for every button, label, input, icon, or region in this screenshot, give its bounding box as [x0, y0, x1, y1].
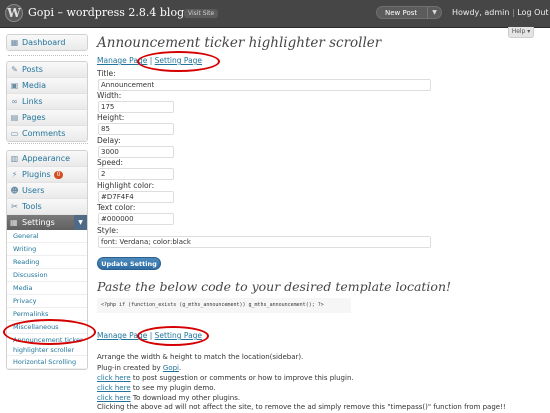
sidebar-item-label: Appearance: [22, 154, 71, 163]
chevron-down-icon[interactable]: ▼: [427, 7, 441, 18]
visit-site-button[interactable]: Visit Site: [184, 9, 219, 18]
submenu-general[interactable]: General: [7, 230, 87, 243]
user-info: Howdy, admin | Log Out: [452, 8, 549, 17]
posts-icon: ✎: [11, 65, 18, 74]
height-input[interactable]: 85: [98, 123, 174, 135]
dashboard-icon: ▦: [10, 38, 19, 47]
sidebar-item-comments[interactable]: ▭ Comments: [7, 126, 87, 141]
menu-separator: [8, 55, 88, 57]
update-setting-button[interactable]: Update Setting: [97, 257, 161, 270]
submenu-writing[interactable]: Writing: [7, 243, 87, 256]
wordpress-logo-icon[interactable]: W: [5, 4, 23, 22]
new-post-label[interactable]: New Post: [385, 9, 417, 17]
page-title: Announcement ticker highlighter scroller: [97, 35, 382, 51]
demo-link[interactable]: click here: [97, 384, 131, 392]
highlight-color-label: Highlight color:: [97, 181, 155, 190]
appearance-icon: ▥: [10, 154, 19, 163]
arrange-text: Arrange the width & height to match the …: [97, 353, 304, 361]
speed-label: Speed:: [97, 158, 124, 167]
highlight-color-input[interactable]: #D7F4F4: [98, 191, 174, 203]
sidebar-item-plugins[interactable]: ⚡ Plugins 0: [7, 167, 87, 183]
footer-note: Clicking the above ad will not affect th…: [97, 403, 506, 411]
username-link[interactable]: admin: [484, 8, 509, 17]
sidebar-item-label: Tools: [22, 202, 42, 211]
highlight-oval-sidebar: [3, 319, 96, 345]
demo-line: click here to see my plugin demo.: [97, 384, 216, 392]
header-separator: |: [511, 8, 515, 17]
sidebar-item-users[interactable]: ☻ Users: [7, 183, 87, 199]
plugin-credit: Plug-in created by Gopi.: [97, 364, 181, 372]
menu-separator: [8, 143, 88, 145]
suggestion-link[interactable]: click here: [97, 374, 131, 382]
sidebar-item-label: Links: [22, 97, 43, 106]
pages-icon: ▤: [10, 113, 19, 122]
howdy-text: Howdy,: [452, 8, 482, 17]
site-title[interactable]: Gopi – wordpress 2.8.4 blog: [28, 6, 184, 19]
template-code-snippet: <?php if (function_exists (g_mths_announ…: [97, 298, 351, 313]
sidebar-item-media[interactable]: ▣ Media: [7, 78, 87, 94]
sidebar-item-tools[interactable]: ✂ Tools: [7, 199, 87, 215]
tools-icon: ✂: [11, 202, 18, 211]
plugins-count-badge: 0: [53, 171, 64, 179]
sidebar-item-label: Posts: [22, 65, 43, 74]
highlight-oval-top: [137, 51, 220, 72]
delay-label: Delay:: [97, 136, 121, 145]
credit-period: .: [179, 364, 182, 372]
highlight-oval-bottom: [137, 326, 209, 346]
help-tab[interactable]: Help ▾: [508, 27, 534, 38]
submenu-toggle-icon[interactable]: ▼: [74, 215, 87, 230]
speed-input[interactable]: 2: [98, 168, 174, 180]
height-label: Height:: [97, 113, 125, 122]
submenu-horizontal-scrolling[interactable]: Horizontal Scrolling: [7, 356, 87, 369]
width-input[interactable]: 175: [98, 101, 174, 113]
submenu-reading[interactable]: Reading: [7, 256, 87, 269]
sidebar-item-label: Settings: [22, 218, 55, 227]
style-input[interactable]: font: Verdana; color:black: [98, 236, 431, 248]
sidebar-item-links[interactable]: ∞ Links: [7, 94, 87, 110]
sidebar-item-label: Plugins: [22, 170, 51, 179]
sidebar-item-label: Media: [22, 81, 47, 90]
sidebar-item-posts[interactable]: ✎ Posts: [7, 62, 87, 78]
delay-input[interactable]: 3000: [98, 146, 174, 158]
width-label: Width:: [97, 91, 122, 100]
media-icon: ▣: [10, 81, 19, 90]
sidebar-item-label: Pages: [22, 113, 46, 122]
download-text: To download my other plugins.: [130, 394, 241, 402]
menu-group-dashboard: ▦ Dashboard: [6, 34, 88, 51]
author-link[interactable]: Gopi: [163, 364, 179, 372]
admin-header: W Gopi – wordpress 2.8.4 blog Visit Site…: [0, 0, 550, 28]
users-icon: ☻: [10, 186, 19, 195]
suggestion-text: to post suggestion or comments or how to…: [130, 374, 354, 382]
suggestion-line: click here to post suggestion or comment…: [97, 374, 354, 382]
style-label: Style:: [97, 226, 119, 235]
sidebar-item-appearance[interactable]: ▥ Appearance: [7, 151, 87, 167]
text-color-input[interactable]: #000000: [98, 213, 174, 225]
links-icon: ∞: [11, 97, 18, 106]
download-line: click here To download my other plugins.: [97, 394, 240, 402]
sidebar-item-dashboard[interactable]: ▦ Dashboard: [7, 35, 87, 50]
title-label: Title:: [97, 69, 116, 78]
plugin-credit-text: Plug-in created by: [97, 364, 161, 372]
comments-icon: ▭: [10, 129, 19, 138]
submenu-discussion[interactable]: Discussion: [7, 269, 87, 282]
sidebar-item-label: Dashboard: [22, 38, 66, 47]
logout-link[interactable]: Log Out: [517, 8, 548, 17]
menu-group-content: ✎ Posts ▣ Media ∞ Links ▤ Pages ▭ Commen…: [6, 61, 88, 142]
sidebar-item-label: Users: [22, 186, 45, 195]
sidebar-item-settings[interactable]: ▦ Settings ▼: [7, 215, 87, 230]
text-color-label: Text color:: [97, 203, 136, 212]
new-post-dropdown[interactable]: New Post ▼: [376, 6, 442, 19]
plugins-icon: ⚡: [11, 170, 18, 179]
sidebar-item-pages[interactable]: ▤ Pages: [7, 110, 87, 126]
settings-icon: ▦: [10, 218, 18, 227]
download-link[interactable]: click here: [97, 394, 131, 402]
sidebar-item-label: Comments: [22, 129, 66, 138]
help-label[interactable]: Help: [512, 28, 526, 35]
demo-text: to see my plugin demo.: [130, 384, 216, 392]
submenu-media[interactable]: Media: [7, 282, 87, 295]
title-input[interactable]: Announcement: [98, 79, 431, 91]
submenu-privacy[interactable]: Privacy: [7, 295, 87, 308]
paste-code-heading: Paste the below code to your desired tem…: [97, 279, 452, 294]
